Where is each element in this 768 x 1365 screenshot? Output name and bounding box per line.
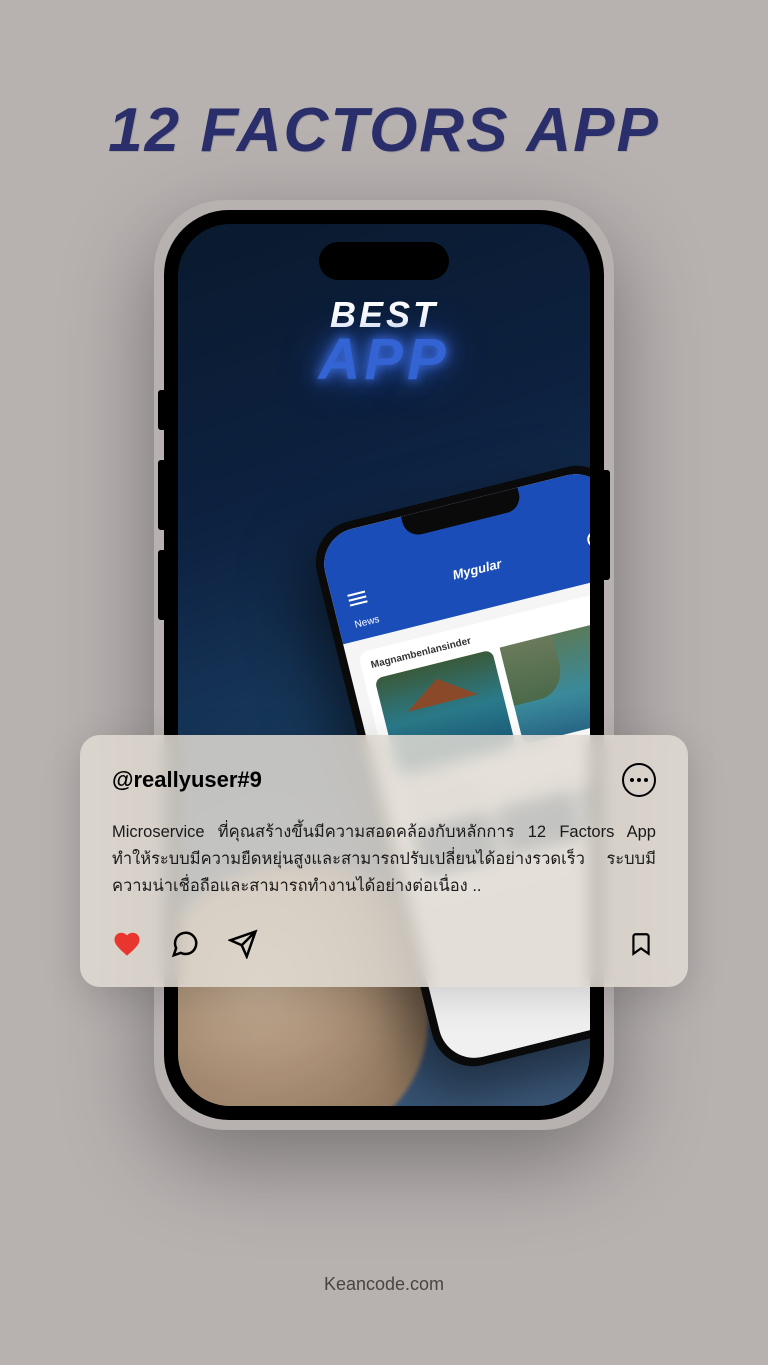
social-post-card: @reallyuser#9 Microservice ที่คุณสร้างขึ… — [80, 735, 688, 987]
post-username[interactable]: @reallyuser#9 — [112, 767, 262, 793]
share-icon[interactable] — [228, 929, 258, 959]
comment-icon[interactable] — [170, 929, 200, 959]
inner-image-2 — [500, 618, 590, 744]
app-label: APP — [318, 326, 449, 393]
post-body: Microservice ที่คุณสร้างขึ้นมีความสอดคล้… — [112, 819, 656, 901]
like-icon[interactable] — [112, 929, 142, 959]
search-icon — [586, 530, 590, 549]
more-options-icon[interactable] — [622, 763, 656, 797]
bookmark-icon[interactable] — [626, 929, 656, 959]
page-title: 12 FACTORS APP — [0, 0, 768, 166]
dynamic-island — [319, 242, 449, 280]
inner-brand: Mygular — [451, 555, 503, 582]
footer-credit: Keancode.com — [0, 1274, 768, 1295]
hamburger-icon — [347, 591, 367, 607]
inner-tab: News — [354, 614, 381, 631]
